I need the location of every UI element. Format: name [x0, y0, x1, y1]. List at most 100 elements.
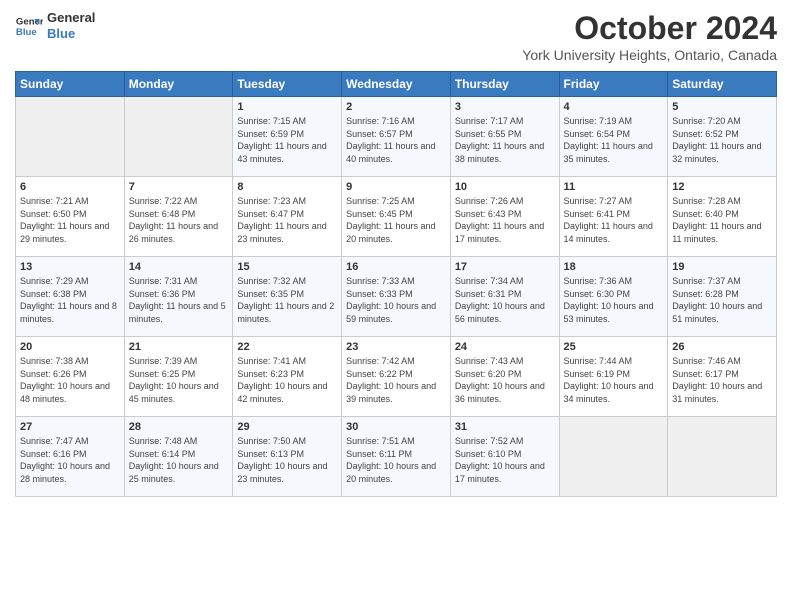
calendar-cell: 27 Sunrise: 7:47 AM Sunset: 6:16 PM Dayli…	[16, 417, 125, 497]
calendar-body: 1 Sunrise: 7:15 AM Sunset: 6:59 PM Daylig…	[16, 97, 777, 497]
day-detail: Sunrise: 7:23 AM Sunset: 6:47 PM Dayligh…	[237, 195, 337, 245]
calendar-cell: 4 Sunrise: 7:19 AM Sunset: 6:54 PM Daylig…	[559, 97, 668, 177]
day-number: 7	[129, 181, 229, 193]
calendar-week-row: 20 Sunrise: 7:38 AM Sunset: 6:26 PM Dayli…	[16, 337, 777, 417]
calendar-cell: 22 Sunrise: 7:41 AM Sunset: 6:23 PM Dayli…	[233, 337, 342, 417]
page-header: General Blue General Blue October 2024 Y…	[15, 10, 777, 63]
day-number: 28	[129, 421, 229, 433]
logo: General Blue General Blue	[15, 10, 95, 41]
calendar-cell: 12 Sunrise: 7:28 AM Sunset: 6:40 PM Dayli…	[668, 177, 777, 257]
day-detail: Sunrise: 7:44 AM Sunset: 6:19 PM Dayligh…	[564, 355, 664, 405]
day-detail: Sunrise: 7:22 AM Sunset: 6:48 PM Dayligh…	[129, 195, 229, 245]
weekday-header-row: SundayMondayTuesdayWednesdayThursdayFrid…	[16, 72, 777, 97]
calendar-cell: 31 Sunrise: 7:52 AM Sunset: 6:10 PM Dayli…	[450, 417, 559, 497]
weekday-header-tuesday: Tuesday	[233, 72, 342, 97]
day-number: 21	[129, 341, 229, 353]
calendar-cell: 19Sunrise: 7:37 AM Sunset: 6:28 PM Dayli…	[668, 257, 777, 337]
day-number: 18	[564, 261, 664, 273]
day-detail: Sunrise: 7:36 AM Sunset: 6:30 PM Dayligh…	[564, 275, 664, 325]
day-detail: Sunrise: 7:47 AM Sunset: 6:16 PM Dayligh…	[20, 435, 120, 485]
calendar-cell: 29Sunrise: 7:50 AM Sunset: 6:13 PM Dayli…	[233, 417, 342, 497]
day-number: 24	[455, 341, 555, 353]
day-detail: Sunrise: 7:51 AM Sunset: 6:11 PM Dayligh…	[346, 435, 446, 485]
calendar-cell: 11Sunrise: 7:27 AM Sunset: 6:41 PM Dayli…	[559, 177, 668, 257]
calendar-cell: 21 Sunrise: 7:39 AM Sunset: 6:25 PM Dayli…	[124, 337, 233, 417]
calendar-cell: 9 Sunrise: 7:25 AM Sunset: 6:45 PM Daylig…	[342, 177, 451, 257]
logo-text: General Blue	[47, 10, 95, 41]
day-detail: Sunrise: 7:15 AM Sunset: 6:59 PM Dayligh…	[237, 115, 337, 165]
day-detail: Sunrise: 7:27 AM Sunset: 6:41 PM Dayligh…	[564, 195, 664, 245]
calendar-cell: 13Sunrise: 7:29 AM Sunset: 6:38 PM Dayli…	[16, 257, 125, 337]
day-detail: Sunrise: 7:19 AM Sunset: 6:54 PM Dayligh…	[564, 115, 664, 165]
calendar-cell: 3 Sunrise: 7:17 AM Sunset: 6:55 PM Daylig…	[450, 97, 559, 177]
day-detail: Sunrise: 7:32 AM Sunset: 6:35 PM Dayligh…	[237, 275, 337, 325]
calendar-cell	[16, 97, 125, 177]
weekday-header-wednesday: Wednesday	[342, 72, 451, 97]
day-detail: Sunrise: 7:33 AM Sunset: 6:33 PM Dayligh…	[346, 275, 446, 325]
day-number: 23	[346, 341, 446, 353]
calendar-cell: 5Sunrise: 7:20 AM Sunset: 6:52 PM Daylig…	[668, 97, 777, 177]
day-number: 30	[346, 421, 446, 433]
day-detail: Sunrise: 7:21 AM Sunset: 6:50 PM Dayligh…	[20, 195, 120, 245]
calendar-cell: 15 Sunrise: 7:32 AM Sunset: 6:35 PM Dayli…	[233, 257, 342, 337]
calendar-week-row: 6 Sunrise: 7:21 AM Sunset: 6:50 PM Daylig…	[16, 177, 777, 257]
calendar-cell: 24 Sunrise: 7:43 AM Sunset: 6:20 PM Dayli…	[450, 337, 559, 417]
calendar-week-row: 13Sunrise: 7:29 AM Sunset: 6:38 PM Dayli…	[16, 257, 777, 337]
day-number: 20	[20, 341, 120, 353]
day-number: 31	[455, 421, 555, 433]
day-detail: Sunrise: 7:52 AM Sunset: 6:10 PM Dayligh…	[455, 435, 555, 485]
calendar-cell: 20 Sunrise: 7:38 AM Sunset: 6:26 PM Dayli…	[16, 337, 125, 417]
weekday-header-thursday: Thursday	[450, 72, 559, 97]
day-number: 4	[564, 101, 664, 113]
calendar-cell	[124, 97, 233, 177]
calendar-cell: 17 Sunrise: 7:34 AM Sunset: 6:31 PM Dayli…	[450, 257, 559, 337]
day-detail: Sunrise: 7:17 AM Sunset: 6:55 PM Dayligh…	[455, 115, 555, 165]
day-detail: Sunrise: 7:31 AM Sunset: 6:36 PM Dayligh…	[129, 275, 229, 325]
day-number: 26	[672, 341, 772, 353]
day-detail: Sunrise: 7:39 AM Sunset: 6:25 PM Dayligh…	[129, 355, 229, 405]
day-detail: Sunrise: 7:34 AM Sunset: 6:31 PM Dayligh…	[455, 275, 555, 325]
calendar-cell: 26Sunrise: 7:46 AM Sunset: 6:17 PM Dayli…	[668, 337, 777, 417]
day-number: 14	[129, 261, 229, 273]
weekday-header-saturday: Saturday	[668, 72, 777, 97]
day-detail: Sunrise: 7:16 AM Sunset: 6:57 PM Dayligh…	[346, 115, 446, 165]
svg-text:Blue: Blue	[16, 26, 37, 37]
calendar-cell: 14 Sunrise: 7:31 AM Sunset: 6:36 PM Dayli…	[124, 257, 233, 337]
day-detail: Sunrise: 7:29 AM Sunset: 6:38 PM Dayligh…	[20, 275, 120, 325]
day-number: 15	[237, 261, 337, 273]
day-detail: Sunrise: 7:25 AM Sunset: 6:45 PM Dayligh…	[346, 195, 446, 245]
month-title: October 2024	[522, 10, 777, 47]
day-number: 22	[237, 341, 337, 353]
day-detail: Sunrise: 7:26 AM Sunset: 6:43 PM Dayligh…	[455, 195, 555, 245]
day-number: 9	[346, 181, 446, 193]
day-number: 19	[672, 261, 772, 273]
calendar-cell: 18 Sunrise: 7:36 AM Sunset: 6:30 PM Dayli…	[559, 257, 668, 337]
day-number: 12	[672, 181, 772, 193]
day-number: 17	[455, 261, 555, 273]
day-detail: Sunrise: 7:42 AM Sunset: 6:22 PM Dayligh…	[346, 355, 446, 405]
calendar-week-row: 1 Sunrise: 7:15 AM Sunset: 6:59 PM Daylig…	[16, 97, 777, 177]
day-number: 8	[237, 181, 337, 193]
day-detail: Sunrise: 7:38 AM Sunset: 6:26 PM Dayligh…	[20, 355, 120, 405]
title-block: October 2024 York University Heights, On…	[522, 10, 777, 63]
calendar-cell: 6 Sunrise: 7:21 AM Sunset: 6:50 PM Daylig…	[16, 177, 125, 257]
calendar-cell	[559, 417, 668, 497]
weekday-header-friday: Friday	[559, 72, 668, 97]
day-number: 3	[455, 101, 555, 113]
day-number: 6	[20, 181, 120, 193]
calendar-cell: 8 Sunrise: 7:23 AM Sunset: 6:47 PM Daylig…	[233, 177, 342, 257]
day-number: 27	[20, 421, 120, 433]
day-number: 16	[346, 261, 446, 273]
day-detail: Sunrise: 7:48 AM Sunset: 6:14 PM Dayligh…	[129, 435, 229, 485]
calendar-cell: 1 Sunrise: 7:15 AM Sunset: 6:59 PM Daylig…	[233, 97, 342, 177]
calendar-cell: 28 Sunrise: 7:48 AM Sunset: 6:14 PM Dayli…	[124, 417, 233, 497]
day-number: 1	[237, 101, 337, 113]
day-detail: Sunrise: 7:43 AM Sunset: 6:20 PM Dayligh…	[455, 355, 555, 405]
calendar-header: SundayMondayTuesdayWednesdayThursdayFrid…	[16, 72, 777, 97]
day-detail: Sunrise: 7:20 AM Sunset: 6:52 PM Dayligh…	[672, 115, 772, 165]
day-number: 29	[237, 421, 337, 433]
calendar-cell: 10Sunrise: 7:26 AM Sunset: 6:43 PM Dayli…	[450, 177, 559, 257]
day-detail: Sunrise: 7:41 AM Sunset: 6:23 PM Dayligh…	[237, 355, 337, 405]
calendar-week-row: 27 Sunrise: 7:47 AM Sunset: 6:16 PM Dayli…	[16, 417, 777, 497]
day-detail: Sunrise: 7:28 AM Sunset: 6:40 PM Dayligh…	[672, 195, 772, 245]
